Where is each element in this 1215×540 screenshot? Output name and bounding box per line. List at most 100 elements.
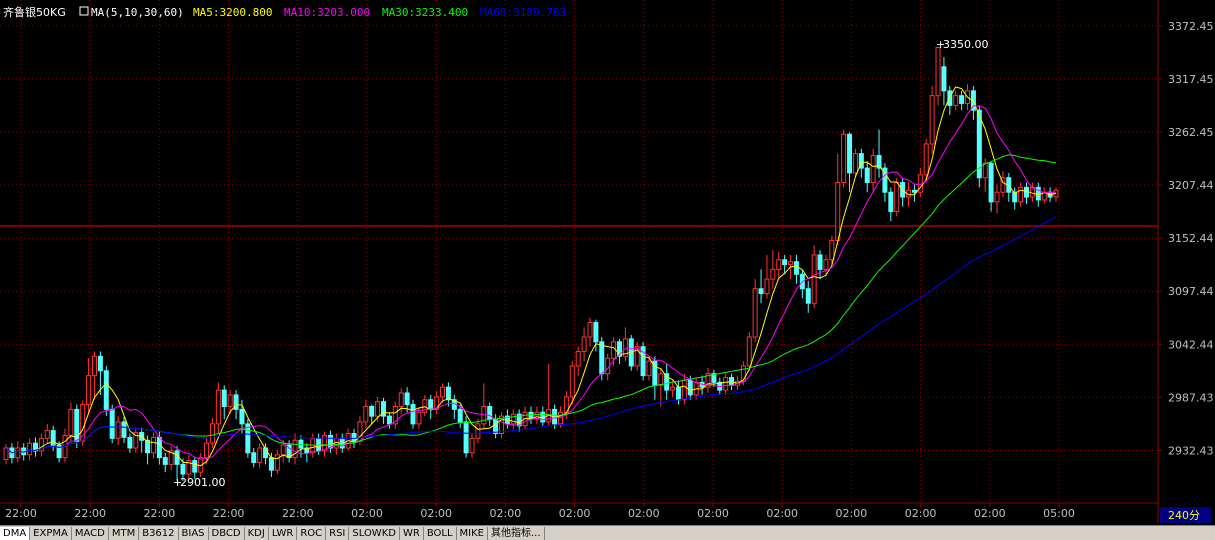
candle-body bbox=[180, 463, 186, 475]
candle-body bbox=[782, 259, 788, 266]
period-label[interactable]: 240分 bbox=[1168, 509, 1200, 522]
candle-body bbox=[670, 386, 676, 391]
candle-body bbox=[115, 421, 121, 439]
candle-body bbox=[923, 143, 929, 176]
candle-body bbox=[752, 288, 758, 338]
candle-body bbox=[475, 423, 481, 439]
x-tick-label: 02:00 bbox=[420, 507, 452, 520]
candle-body bbox=[852, 153, 858, 174]
candle-body bbox=[575, 350, 581, 367]
candle-body bbox=[91, 355, 97, 377]
candle-body bbox=[463, 421, 469, 454]
candle-body bbox=[841, 133, 847, 184]
candle-body bbox=[817, 254, 823, 270]
candle-body bbox=[764, 278, 770, 295]
x-tick-label: 02:00 bbox=[974, 507, 1006, 520]
candle-body bbox=[770, 268, 776, 280]
indicator-tab-bias[interactable]: BIAS bbox=[179, 526, 209, 540]
candle-body bbox=[204, 442, 210, 459]
candle-body bbox=[416, 411, 422, 425]
candle-body bbox=[150, 436, 156, 454]
candle-body bbox=[50, 430, 56, 446]
indicator-tab-roc[interactable]: ROC bbox=[297, 526, 327, 540]
candle-body bbox=[811, 254, 817, 304]
candle-body bbox=[894, 182, 900, 213]
ma60-value: MA60:3189.783 bbox=[480, 6, 566, 19]
candle-body bbox=[847, 133, 853, 174]
candle-body bbox=[982, 162, 988, 179]
indicator-tab-mtm[interactable]: MTM bbox=[109, 526, 140, 540]
candle-body bbox=[870, 155, 876, 184]
indicator-tab-dma[interactable]: DMA bbox=[0, 526, 31, 540]
candle-body bbox=[410, 404, 416, 425]
candle-body bbox=[239, 408, 245, 425]
candle-body bbox=[658, 373, 664, 386]
candle-body bbox=[440, 386, 446, 398]
candle-body bbox=[994, 191, 1000, 203]
candle-body bbox=[1018, 186, 1024, 203]
x-tick-label: 02:00 bbox=[766, 507, 798, 520]
indicator-tab-expma[interactable]: EXPMA bbox=[30, 526, 72, 540]
candle-body bbox=[788, 261, 794, 266]
indicator-tab-lwr[interactable]: LWR bbox=[269, 526, 298, 540]
candle-body bbox=[723, 377, 729, 391]
candle-body bbox=[947, 90, 953, 106]
high-label: 3350.00 bbox=[943, 38, 989, 51]
indicator-tab-macd[interactable]: MACD bbox=[72, 526, 109, 540]
candle-body bbox=[109, 408, 115, 439]
candle-body bbox=[941, 66, 947, 92]
candle-body bbox=[587, 322, 593, 338]
candle-body bbox=[681, 379, 687, 401]
candle-body bbox=[953, 95, 959, 106]
candle-body bbox=[776, 259, 782, 270]
indicator-tab-kdj[interactable]: KDJ bbox=[245, 526, 269, 540]
candle-body bbox=[888, 191, 894, 213]
candle-body bbox=[457, 408, 463, 423]
x-tick-label: 02:00 bbox=[836, 507, 868, 520]
candlestick-chart: 3372.45 3317.45 3262.45 3207.44 3152.44 3097.… bbox=[0, 0, 1215, 525]
candle-body bbox=[510, 413, 516, 425]
candle-body bbox=[929, 95, 935, 145]
x-tick-label: 22:00 bbox=[213, 507, 245, 520]
candle-body bbox=[469, 437, 475, 454]
candle-body bbox=[404, 392, 410, 406]
candle-body bbox=[386, 415, 392, 425]
candle-body bbox=[363, 405, 369, 423]
candle-body bbox=[292, 439, 298, 459]
candle-body bbox=[127, 436, 133, 449]
candle-body bbox=[829, 239, 835, 261]
indicator-tab-boll[interactable]: BOLL bbox=[424, 526, 457, 540]
indicator-tab-bar: DMA EXPMA MACD MTM B3612 BIAS DBCD KDJ LWR ROC RSI… bbox=[0, 525, 1215, 540]
indicator-tab-mike[interactable]: MIKE bbox=[457, 526, 488, 540]
candle-body bbox=[27, 442, 33, 456]
candle-body bbox=[687, 379, 693, 396]
x-tick-label: 22:00 bbox=[5, 507, 37, 520]
indicator-tab-b3612[interactable]: B3612 bbox=[139, 526, 179, 540]
candle-body bbox=[911, 189, 917, 193]
indicator-tab-rsi[interactable]: RSI bbox=[326, 526, 350, 540]
indicator-tab-dbcd[interactable]: DBCD bbox=[209, 526, 245, 540]
y-tick-label: 3262.45 bbox=[1168, 126, 1214, 139]
candle-body bbox=[646, 360, 652, 377]
candle-body bbox=[375, 401, 381, 417]
candle-body bbox=[959, 95, 965, 104]
candle-body bbox=[215, 389, 221, 425]
candle-body bbox=[209, 423, 215, 444]
y-tick-label: 2987.43 bbox=[1168, 391, 1214, 404]
x-tick-label: 05:00 bbox=[1043, 507, 1075, 520]
candle-body bbox=[823, 259, 829, 270]
candle-body bbox=[15, 447, 21, 459]
candle-body bbox=[268, 457, 274, 471]
candle-body bbox=[758, 288, 764, 295]
candle-body bbox=[611, 341, 617, 359]
indicator-tab-slowkd[interactable]: SLOWKD bbox=[349, 526, 400, 540]
candle-body bbox=[227, 394, 233, 407]
candle-body bbox=[156, 436, 162, 459]
x-tick-label: 02:00 bbox=[628, 507, 660, 520]
indicator-tab-[interactable]: 其他指标... bbox=[488, 526, 545, 540]
candle-body bbox=[675, 386, 681, 401]
candle-body bbox=[487, 405, 493, 420]
indicator-tab-wr[interactable]: WR bbox=[400, 526, 424, 540]
x-tick-label: 22:00 bbox=[74, 507, 106, 520]
candle-body bbox=[316, 437, 322, 452]
